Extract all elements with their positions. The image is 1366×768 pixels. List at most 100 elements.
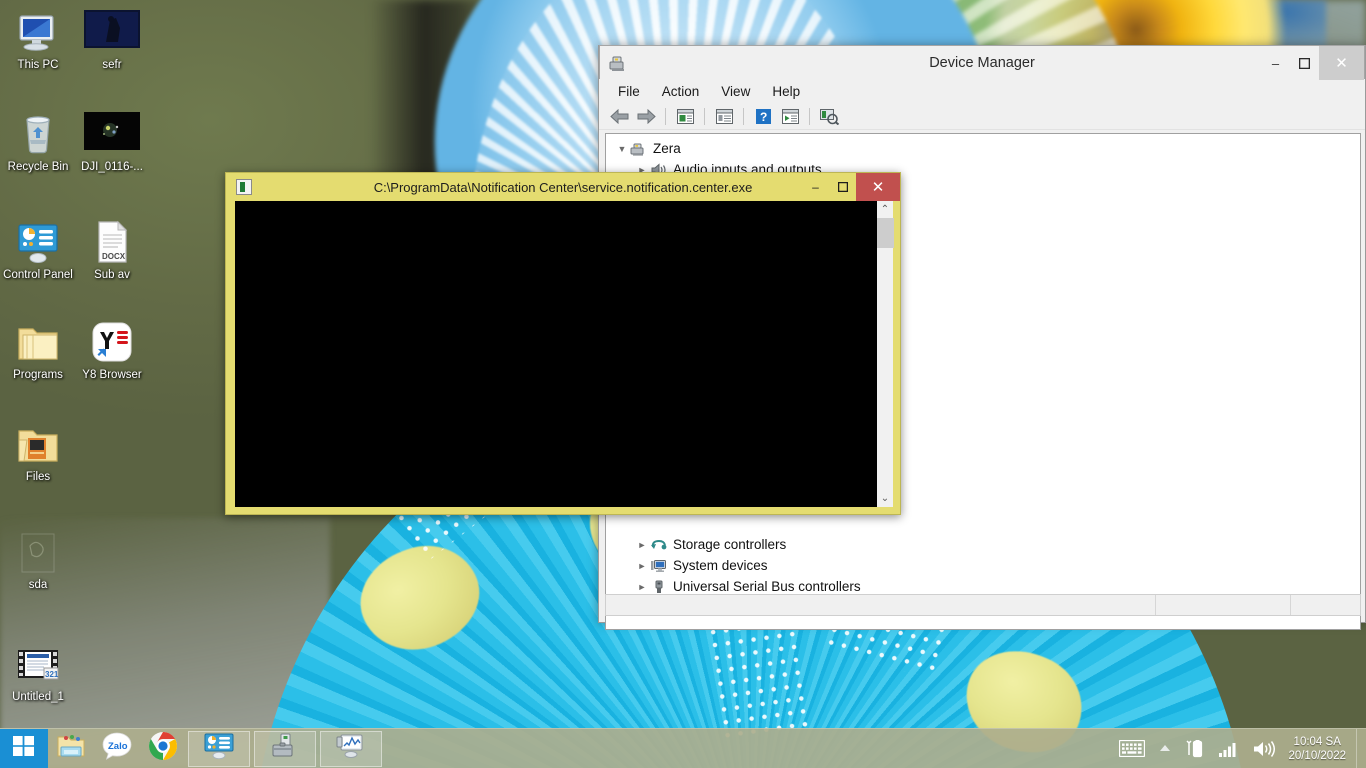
status-pane-secondary [1156, 595, 1291, 615]
toolbar-separator [704, 108, 705, 125]
help-icon[interactable]: ? [751, 106, 775, 128]
folder-open-icon [14, 420, 62, 468]
properties-icon[interactable] [673, 106, 697, 128]
tree-node-label: Storage controllers [673, 537, 787, 552]
usb-icon [650, 579, 668, 595]
menu-view[interactable]: View [712, 81, 759, 102]
expand-triangle-icon[interactable]: ► [634, 561, 650, 571]
toolbar-separator [665, 108, 666, 125]
desktop[interactable]: This PC sefr Recycle Bin DJI_0116-... Co… [0, 0, 1366, 768]
clock-date: 20/10/2022 [1288, 749, 1346, 762]
start-button[interactable] [0, 728, 48, 768]
console-window-buttons[interactable]: – ✕ [802, 173, 900, 201]
chrome-icon [148, 731, 178, 766]
tree-node-storage[interactable]: ► Storage controllers [606, 534, 1360, 555]
taskbar-task-performance-monitor[interactable] [320, 730, 382, 767]
desktop-icon-dji-0116[interactable]: DJI_0116-... [74, 110, 150, 174]
taskbar[interactable]: Zalo 10:04 SA 20/10/2022 [0, 728, 1366, 768]
minimize-button[interactable]: – [1261, 46, 1290, 80]
scroll-up-button[interactable]: ⌃ [877, 201, 893, 218]
show-hidden-devices-icon[interactable] [817, 106, 841, 128]
taskbar-chrome[interactable] [140, 729, 186, 768]
device-manager-icon [608, 53, 628, 73]
desktop-icon-sda[interactable]: sda [0, 528, 76, 592]
svg-text:DOCX: DOCX [102, 252, 126, 261]
file-explorer-icon [56, 732, 86, 765]
desktop-icon-label: Programs [13, 369, 63, 381]
update-driver-icon[interactable] [712, 106, 736, 128]
desktop-icon-files[interactable]: Files [0, 420, 76, 484]
device-manager-titlebar[interactable]: Device Manager – ✕ [599, 45, 1365, 80]
desktop-icon-label: Recycle Bin [7, 161, 69, 173]
clock-time: 10:04 SA [1293, 735, 1341, 748]
desktop-icon-label: sefr [102, 59, 122, 71]
desktop-icon-this-pc[interactable]: This PC [0, 8, 76, 72]
scroll-down-button[interactable]: ⌄ [877, 490, 893, 507]
status-pane-tertiary [1291, 595, 1360, 615]
battery-tray-icon[interactable] [1178, 729, 1212, 768]
desktop-icon-label: Y8 Browser [82, 369, 142, 381]
maximize-button[interactable] [829, 173, 856, 201]
desktop-icon-sub-av[interactable]: DOCX Sub av [74, 218, 150, 282]
media-file-icon: 321 [14, 640, 62, 688]
storage-icon [650, 537, 668, 553]
console-body[interactable]: ⌃ ⌄ [235, 201, 894, 507]
scan-hardware-icon[interactable] [778, 106, 802, 128]
signal-bars-icon[interactable] [1212, 729, 1246, 768]
system-tray[interactable]: 10:04 SA 20/10/2022 [1112, 728, 1366, 768]
video-thumb-icon [84, 8, 140, 56]
toolbar-separator [743, 108, 744, 125]
desktop-icon-label: DJI_0116-... [81, 161, 143, 173]
tree-node-system[interactable]: ► System devices [606, 555, 1360, 576]
desktop-icon-label: Files [25, 471, 51, 483]
console-window[interactable]: C:\ProgramData\Notification Center\servi… [225, 172, 901, 515]
desktop-icon-sefr[interactable]: sefr [74, 8, 150, 72]
folder-icon [14, 318, 62, 366]
docx-file-icon: DOCX [88, 218, 136, 266]
taskbar-clock[interactable]: 10:04 SA 20/10/2022 [1282, 735, 1356, 763]
device-manager-statusbar [605, 594, 1361, 616]
desktop-icon-programs[interactable]: Programs [0, 318, 76, 382]
collapse-triangle-icon[interactable]: ▼ [614, 144, 630, 154]
desktop-icon-control-panel[interactable]: Control Panel [0, 218, 76, 282]
close-button[interactable]: ✕ [856, 173, 900, 201]
computer-node-icon [630, 141, 648, 157]
menu-file[interactable]: File [609, 81, 649, 102]
close-button[interactable]: ✕ [1319, 46, 1364, 80]
minimize-button[interactable]: – [802, 173, 829, 201]
status-pane-main [606, 595, 1156, 615]
console-output[interactable] [235, 201, 876, 507]
taskbar-task-control-panel[interactable] [188, 730, 250, 767]
desktop-icon-label: sda [28, 579, 48, 591]
desktop-icon-label: Sub av [94, 269, 130, 281]
console-app-icon [236, 179, 252, 195]
menu-action[interactable]: Action [653, 81, 709, 102]
desktop-icon-untitled-1[interactable]: 321 Untitled_1 [0, 640, 76, 704]
scrollbar-thumb[interactable] [877, 218, 894, 248]
desktop-icon-recycle-bin[interactable]: Recycle Bin [0, 110, 76, 174]
expand-triangle-icon[interactable]: ► [634, 540, 650, 550]
device-manager-toolbar[interactable]: ? [599, 104, 1365, 130]
maximize-button[interactable] [1290, 46, 1319, 80]
device-manager-title: Device Manager [929, 54, 1035, 71]
show-hidden-icons-button[interactable] [1152, 729, 1178, 768]
taskbar-file-explorer[interactable] [48, 729, 94, 768]
tree-node-root[interactable]: ▼ Zera [606, 138, 1360, 159]
menu-help[interactable]: Help [763, 81, 809, 102]
expand-triangle-icon[interactable]: ► [634, 582, 650, 592]
show-desktop-button[interactable] [1356, 728, 1364, 768]
console-title: C:\ProgramData\Notification Center\servi… [373, 179, 753, 195]
back-arrow-icon[interactable] [607, 106, 631, 128]
touch-keyboard-button[interactable] [1112, 729, 1152, 768]
device-manager-window-buttons[interactable]: – ✕ [1261, 46, 1364, 80]
console-titlebar[interactable]: C:\ProgramData\Notification Center\servi… [226, 173, 900, 201]
speaker-tray-icon[interactable] [1246, 729, 1282, 768]
taskbar-zalo[interactable]: Zalo [94, 729, 140, 768]
device-manager-menubar[interactable]: File Action View Help [599, 79, 1365, 104]
console-scrollbar[interactable]: ⌃ ⌄ [876, 201, 894, 507]
toolbar-separator [809, 108, 810, 125]
forward-arrow-icon[interactable] [634, 106, 658, 128]
desktop-icon-y8-browser[interactable]: Y8 Browser [74, 318, 150, 382]
taskbar-task-device-manager[interactable] [254, 730, 316, 767]
control-panel-icon [14, 218, 62, 266]
